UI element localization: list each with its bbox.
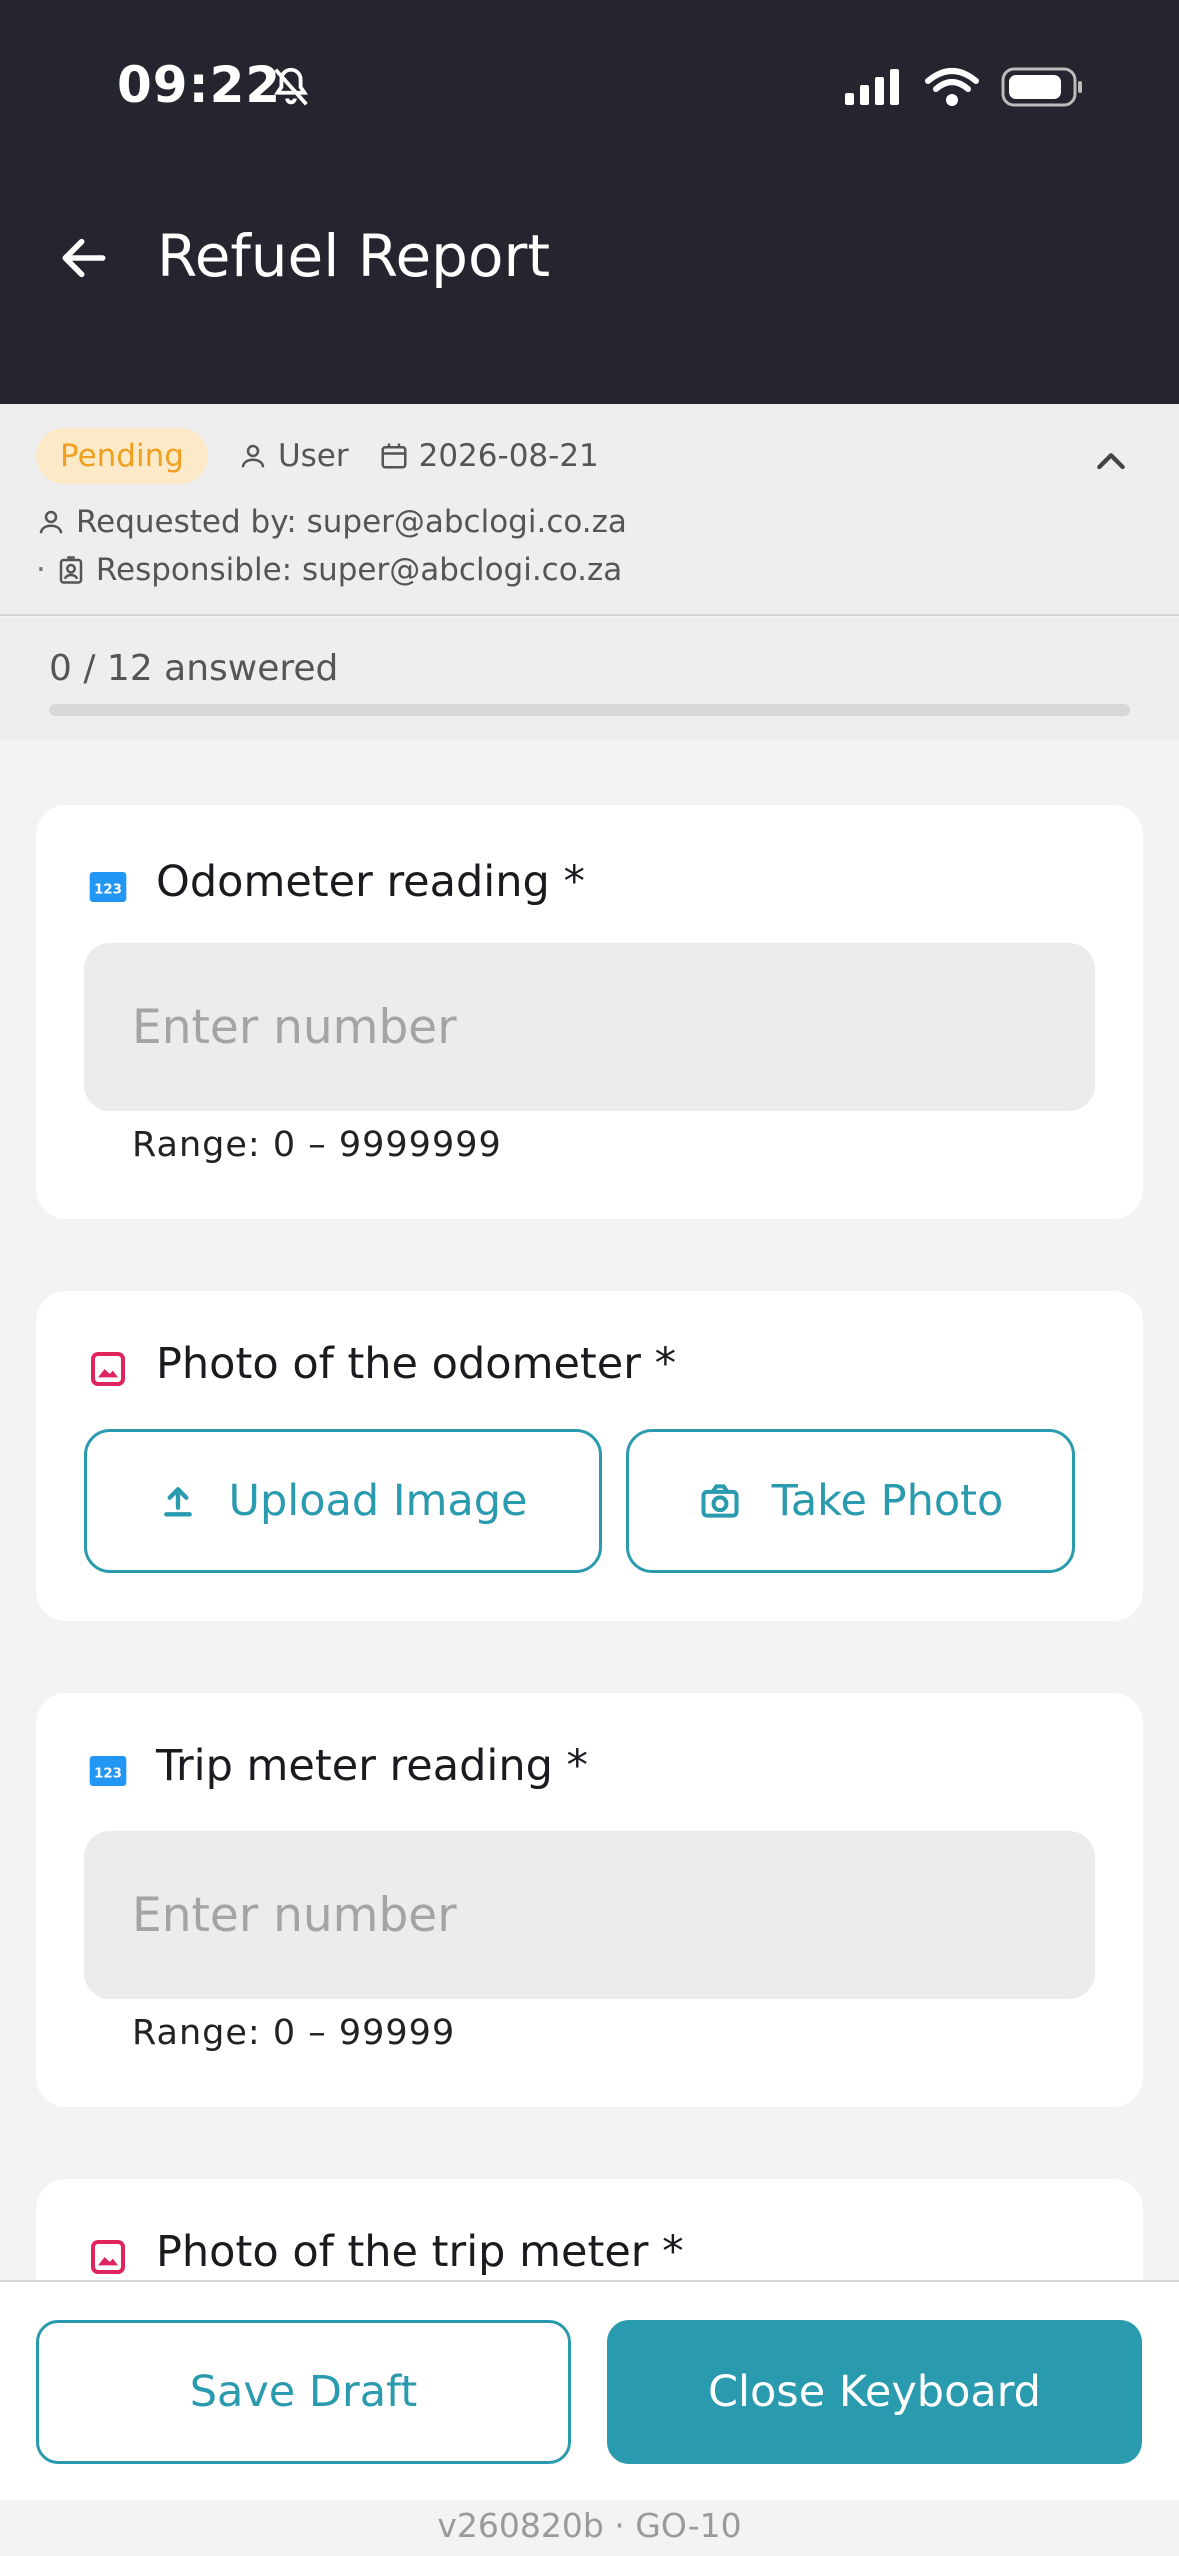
progress-section: 0 / 12 answered bbox=[0, 618, 1179, 740]
status-badge: Pending bbox=[36, 428, 208, 484]
version-label: v260820b · GO-10 bbox=[0, 2500, 1179, 2556]
svg-text:123: 123 bbox=[94, 1767, 122, 1782]
progress-bar bbox=[49, 704, 1130, 716]
bell-muted-icon bbox=[274, 67, 308, 106]
upload-image-label: Upload Image bbox=[228, 1476, 528, 1526]
image-icon bbox=[91, 1352, 125, 1386]
odometer-input[interactable] bbox=[84, 943, 1095, 1111]
signal-icon bbox=[845, 69, 899, 105]
number-icon: 123 bbox=[89, 872, 127, 902]
question-title: Trip meter reading * bbox=[156, 1741, 589, 1791]
status-time: 09:22 bbox=[117, 56, 282, 114]
question-title: Photo of the odometer * bbox=[156, 1339, 677, 1389]
question-card-odometer: 123 Odometer reading * Range: 0 – 999999… bbox=[36, 805, 1143, 1219]
requested-by: Requested by: super@abclogi.co.za bbox=[76, 504, 627, 540]
progress-text: 0 / 12 answered bbox=[49, 648, 339, 689]
back-arrow-icon[interactable] bbox=[56, 230, 112, 286]
close-keyboard-button[interactable]: Close Keyboard bbox=[607, 2320, 1142, 2464]
image-icon bbox=[91, 2240, 125, 2274]
battery-icon bbox=[1001, 67, 1082, 107]
question-card-trip-meter: 123 Trip meter reading * Range: 0 – 9999… bbox=[36, 1693, 1143, 2107]
status-indicators bbox=[843, 66, 1083, 108]
user-icon bbox=[39, 510, 63, 534]
role-label: User bbox=[277, 438, 349, 474]
question-card-odometer-photo: Photo of the odometer * Upload Image Tak… bbox=[36, 1291, 1143, 1621]
take-photo-button[interactable]: Take Photo bbox=[626, 1429, 1075, 1573]
user-icon bbox=[241, 444, 265, 468]
save-draft-button[interactable]: Save Draft bbox=[36, 2320, 571, 2464]
upload-image-button[interactable]: Upload Image bbox=[84, 1429, 602, 1573]
app-header: 09:22 Refuel Report bbox=[0, 0, 1179, 404]
responsible: Responsible: super@abclogi.co.za bbox=[95, 552, 623, 588]
range-hint: Range: 0 – 9999999 bbox=[132, 1125, 502, 1165]
page-title: Refuel Report bbox=[157, 222, 551, 290]
camera-icon bbox=[701, 1484, 739, 1518]
report-date: 2026-08-21 bbox=[418, 438, 599, 474]
upload-icon bbox=[164, 1487, 193, 1517]
svg-text:123: 123 bbox=[94, 883, 122, 898]
trip-meter-input[interactable] bbox=[84, 1831, 1095, 1999]
separator-dot: · bbox=[36, 552, 46, 588]
bottom-action-bar: Save Draft Close Keyboard bbox=[0, 2280, 1179, 2500]
take-photo-label: Take Photo bbox=[771, 1476, 1004, 1526]
chevron-up-icon[interactable] bbox=[1091, 442, 1131, 482]
range-hint: Range: 0 – 99999 bbox=[132, 2013, 456, 2053]
report-meta-panel: Pending User 2026-08-21 Requested by: su… bbox=[0, 404, 1179, 616]
question-title: Photo of the trip meter * bbox=[156, 2227, 684, 2277]
number-icon: 123 bbox=[89, 1756, 127, 1786]
question-title: Odometer reading * bbox=[156, 857, 585, 907]
calendar-icon bbox=[381, 443, 407, 469]
wifi-icon bbox=[925, 68, 979, 106]
badge-id-icon bbox=[59, 556, 83, 584]
